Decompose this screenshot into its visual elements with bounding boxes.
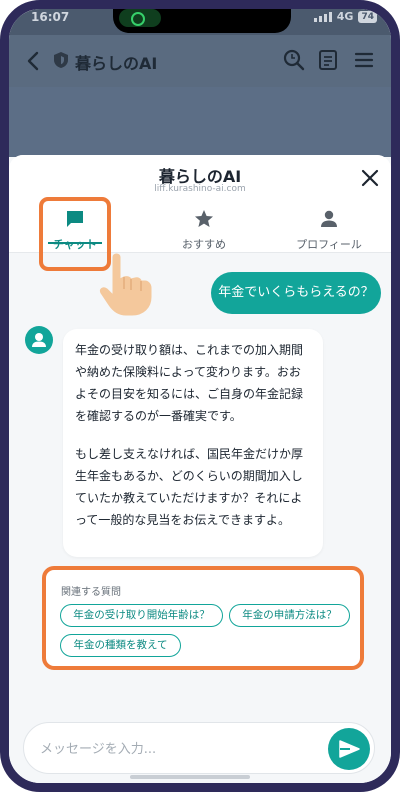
related-chip-types[interactable]: 年金の種類を教えて bbox=[60, 634, 181, 657]
call-indicator-icon bbox=[119, 9, 161, 27]
liff-sheet: 暮らしのAI liff.kurashino-ai.com チャット おすすめ プ… bbox=[9, 155, 391, 783]
pointing-hand-icon bbox=[100, 253, 152, 316]
status-indicators: 4G 74 bbox=[313, 10, 377, 23]
home-indicator bbox=[130, 775, 250, 779]
dynamic-island bbox=[113, 9, 291, 33]
bot-message-paragraph-1: 年金の受け取り額は、これまでの加入期間や納めた保険料によって変わります。おおよそ… bbox=[75, 343, 304, 423]
bot-message-paragraph-2: もし差し支えなければ、国民年金だけか厚生年金もあるか、どのくらいの期間加入してい… bbox=[75, 447, 304, 527]
bot-message-bubble: 年金の受け取り額は、これまでの加入期間や納めた保険料によって変わります。おおよそ… bbox=[63, 329, 323, 557]
user-message-text: 年金でいくらもらえるの？ bbox=[218, 285, 374, 300]
dimmed-backdrop bbox=[9, 87, 391, 157]
tab-recommend-label: おすすめ bbox=[182, 238, 226, 251]
status-bar: 16:07 4G 74 bbox=[9, 9, 391, 35]
phone-frame: 16:07 4G 74 暮らしのAI 暮らしのAI liff.kurashino… bbox=[0, 0, 400, 792]
signal-icon bbox=[313, 11, 332, 22]
tab-profile-label: プロフィール bbox=[296, 238, 362, 251]
back-arrow-icon[interactable] bbox=[21, 47, 45, 75]
star-icon bbox=[195, 210, 213, 227]
sheet-header: 暮らしのAI liff.kurashino-ai.com bbox=[9, 155, 391, 197]
app-title: 暮らしのAI bbox=[75, 54, 158, 73]
shield-icon bbox=[54, 52, 68, 68]
tab-profile[interactable]: プロフィール bbox=[279, 197, 379, 253]
close-icon[interactable] bbox=[359, 167, 381, 189]
notes-icon[interactable] bbox=[317, 49, 339, 71]
send-button[interactable] bbox=[328, 728, 370, 770]
battery-level: 74 bbox=[361, 11, 374, 22]
tab-recommend[interactable]: おすすめ bbox=[159, 197, 249, 253]
related-chip-application[interactable]: 年金の申請方法は？ bbox=[229, 604, 350, 627]
bot-avatar-icon bbox=[32, 333, 46, 347]
related-questions-panel: 関連する質問 年金の受け取り開始年齢は？ 年金の申請方法は？ 年金の種類を教えて bbox=[42, 566, 364, 670]
message-input[interactable] bbox=[40, 736, 310, 762]
send-icon bbox=[339, 740, 360, 758]
bot-avatar bbox=[25, 326, 53, 354]
related-questions-label: 関連する質問 bbox=[61, 587, 121, 598]
related-chip-start-age[interactable]: 年金の受け取り開始年齢は？ bbox=[60, 604, 223, 627]
person-icon bbox=[321, 210, 337, 227]
status-time: 16:07 bbox=[31, 10, 70, 24]
battery-icon: 74 bbox=[358, 10, 377, 23]
menu-icon[interactable] bbox=[353, 49, 375, 71]
app-header: 暮らしのAI bbox=[9, 35, 391, 87]
search-icon[interactable] bbox=[283, 49, 305, 71]
message-input-bar bbox=[23, 722, 375, 774]
sheet-url: liff.kurashino-ai.com bbox=[154, 184, 246, 194]
network-label: 4G bbox=[336, 10, 354, 23]
user-message-bubble: 年金でいくらもらえるの？ bbox=[211, 272, 381, 314]
